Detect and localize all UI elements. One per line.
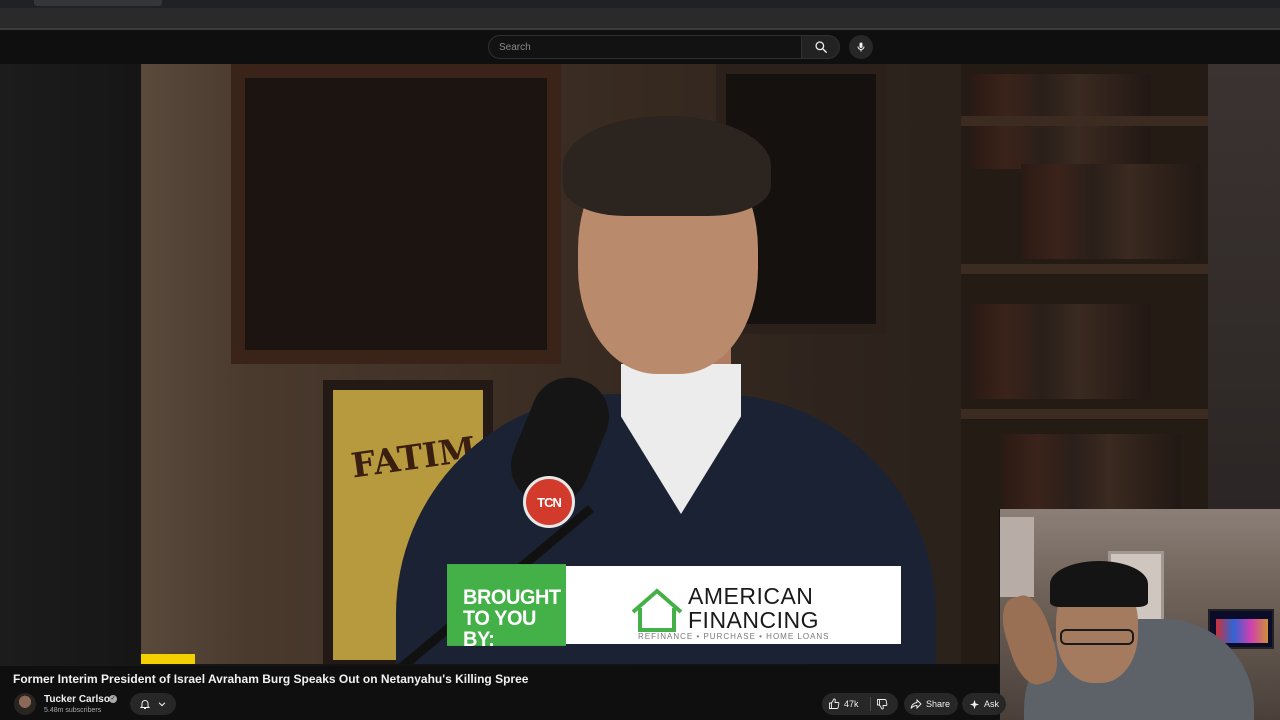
- channel-avatar[interactable]: [14, 693, 36, 715]
- bell-icon: [139, 700, 151, 709]
- shelf-board: [961, 409, 1208, 419]
- shelf-board: [961, 116, 1208, 126]
- subscribed-button[interactable]: [130, 693, 176, 715]
- voice-search-button[interactable]: [849, 35, 873, 59]
- streamer-glasses: [1060, 629, 1134, 645]
- browser-tab[interactable]: [34, 0, 162, 6]
- webcam-cabinet: [1000, 517, 1034, 597]
- video-title: Former Interim President of Israel Avrah…: [13, 672, 529, 686]
- shelf-books: [1021, 164, 1201, 259]
- share-button[interactable]: Share: [904, 693, 958, 715]
- share-icon: [910, 698, 922, 710]
- dislike-button[interactable]: [876, 693, 888, 715]
- ask-button[interactable]: Ask: [962, 693, 1006, 715]
- player-side-area: [1208, 64, 1280, 509]
- house-icon: [631, 588, 683, 632]
- browser-toolbar: [0, 8, 1280, 30]
- mic-logo: TCN: [523, 476, 575, 528]
- like-dislike-group: 47k: [822, 693, 898, 715]
- wall-frame: [231, 64, 561, 364]
- host-hair: [563, 116, 771, 216]
- sparkle-icon: [969, 699, 980, 709]
- like-button[interactable]: 47k: [828, 693, 859, 715]
- search-button[interactable]: [802, 35, 840, 59]
- like-count: 47k: [844, 699, 859, 709]
- shelf-board: [961, 264, 1208, 274]
- search-icon: [814, 41, 827, 53]
- shelf-books: [971, 304, 1151, 399]
- chevron-down-icon: [158, 702, 166, 707]
- share-label: Share: [926, 699, 951, 709]
- youtube-header: [0, 30, 1280, 64]
- sponsor-brand: AMERICAN FINANCING: [688, 583, 819, 633]
- like-divider: [870, 697, 871, 711]
- ask-label: Ask: [984, 699, 1000, 709]
- sponsor-tagline: REFINANCE • PURCHASE • HOME LOANS: [638, 632, 830, 641]
- search-box[interactable]: [488, 35, 802, 59]
- browser-tab-strip: [0, 0, 1280, 8]
- verified-icon: ✓: [109, 695, 117, 703]
- streamer-webcam: [999, 509, 1280, 720]
- sponsor-intro: BROUGHT TO YOU BY:: [447, 564, 566, 650]
- microphone-icon: [857, 42, 865, 52]
- chapter-marker[interactable]: [141, 654, 195, 664]
- sponsor-banner: BROUGHT TO YOU BY: AMERICAN FINANCING RE…: [447, 564, 901, 650]
- streamer-cap: [1050, 561, 1148, 607]
- search-input[interactable]: [489, 36, 801, 58]
- sponsor-logo-area: AMERICAN FINANCING REFINANCE • PURCHASE …: [566, 566, 901, 644]
- tv-screen: [1216, 619, 1268, 643]
- mic-logo-text: TCN: [537, 494, 562, 510]
- thumbs-up-icon: [829, 698, 840, 709]
- subscriber-count: 5.48m subscribers: [44, 707, 102, 714]
- channel-name[interactable]: Tucker Carlson: [44, 694, 116, 705]
- thumbs-down-icon: [877, 699, 888, 710]
